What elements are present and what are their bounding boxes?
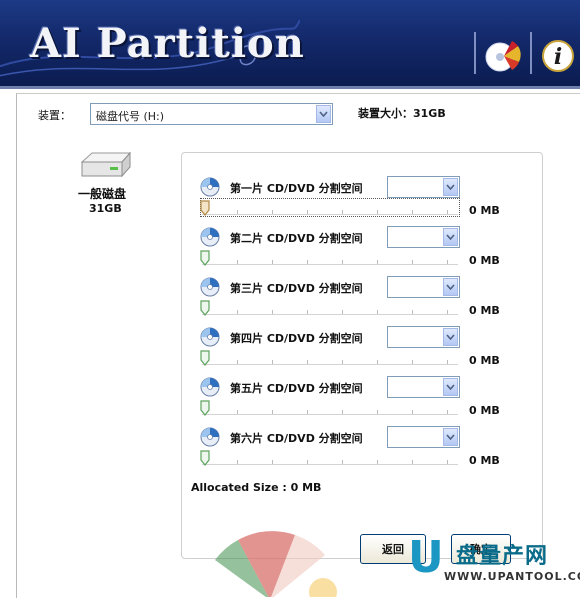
slider-tick [342, 460, 343, 464]
info-button[interactable]: i [538, 35, 578, 77]
chevron-down-icon[interactable] [443, 178, 458, 196]
partition-label: 第四片 CD/DVD 分割空间 [230, 332, 363, 345]
partition-size: 0 MB [469, 454, 500, 467]
disc-icon [200, 277, 220, 297]
chevron-down-icon[interactable] [443, 378, 458, 396]
partition-label: 第一片 CD/DVD 分割空间 [230, 182, 363, 195]
partition-type-select[interactable] [387, 226, 460, 248]
slider-thumb[interactable] [200, 450, 211, 466]
partition-row: 第六片 CD/DVD 分割空间 0 MB [182, 408, 542, 467]
app-title: AI Partition [30, 20, 305, 67]
slider-tick [412, 460, 413, 464]
slider-tick [377, 460, 378, 464]
partition-type-select[interactable] [387, 326, 460, 348]
partition-type-select[interactable] [387, 276, 460, 298]
disk-size: 31GB [89, 202, 122, 215]
disc-pie-button[interactable] [482, 35, 522, 77]
partition-panel: 第一片 CD/DVD 分割空间 0 MB 第二片 CD/DVD 分割空间 0 MB 第三… [181, 152, 543, 559]
app-header: AI Partition i [0, 0, 580, 89]
disk-icon [74, 150, 134, 187]
partition-label: 第二片 CD/DVD 分割空间 [230, 232, 363, 245]
disk-name: 一般磁盘 [78, 187, 127, 201]
chevron-down-icon[interactable] [443, 278, 458, 296]
header-separator [474, 32, 476, 74]
chevron-down-icon[interactable] [316, 105, 331, 123]
device-select-value: 磁盘代号 (H:) [96, 110, 165, 123]
chevron-down-icon[interactable] [443, 328, 458, 346]
slider-tick [237, 460, 238, 464]
disc-icon [200, 377, 220, 397]
slider-tick [307, 460, 308, 464]
partition-label: 第五片 CD/DVD 分割空间 [230, 382, 363, 395]
disc-icon [200, 227, 220, 247]
watermark-title: 盘量产网 [456, 544, 549, 569]
chevron-down-icon[interactable] [443, 428, 458, 446]
partition-label: 第六片 CD/DVD 分割空间 [230, 432, 363, 445]
device-size: 装置大小：31GB [358, 107, 446, 120]
partition-size-slider[interactable] [200, 450, 458, 466]
slider-tick [447, 460, 448, 464]
device-select[interactable]: 磁盘代号 (H:) [90, 103, 333, 125]
info-icon: i [542, 40, 574, 72]
svg-text:i: i [554, 44, 562, 70]
partition-row: 第三片 CD/DVD 分割空间 0 MB [182, 258, 542, 317]
partition-row: 第五片 CD/DVD 分割空间 0 MB [182, 358, 542, 417]
watermark-logo: U [408, 532, 444, 583]
disc-pie-icon [485, 41, 521, 72]
partition-row: 第四片 CD/DVD 分割空间 0 MB [182, 308, 542, 367]
pie-decoration [215, 531, 337, 597]
disc-icon [200, 427, 220, 447]
watermark-url: WWW.UPANTOOL.COM [444, 570, 580, 583]
partition-row: 第二片 CD/DVD 分割空间 0 MB [182, 208, 542, 267]
device-label: 装置： [38, 109, 71, 122]
partition-type-select[interactable] [387, 376, 460, 398]
allocated-size: Allocated Size : 0 MB [191, 481, 322, 494]
disc-icon [200, 327, 220, 347]
header-separator [530, 32, 532, 74]
partition-row: 第一片 CD/DVD 分割空间 0 MB [182, 158, 542, 217]
chevron-down-icon[interactable] [443, 228, 458, 246]
partition-label: 第三片 CD/DVD 分割空间 [230, 282, 363, 295]
partition-type-select[interactable] [387, 176, 460, 198]
disc-icon [200, 177, 220, 197]
slider-tick [272, 460, 273, 464]
partition-type-select[interactable] [387, 426, 460, 448]
